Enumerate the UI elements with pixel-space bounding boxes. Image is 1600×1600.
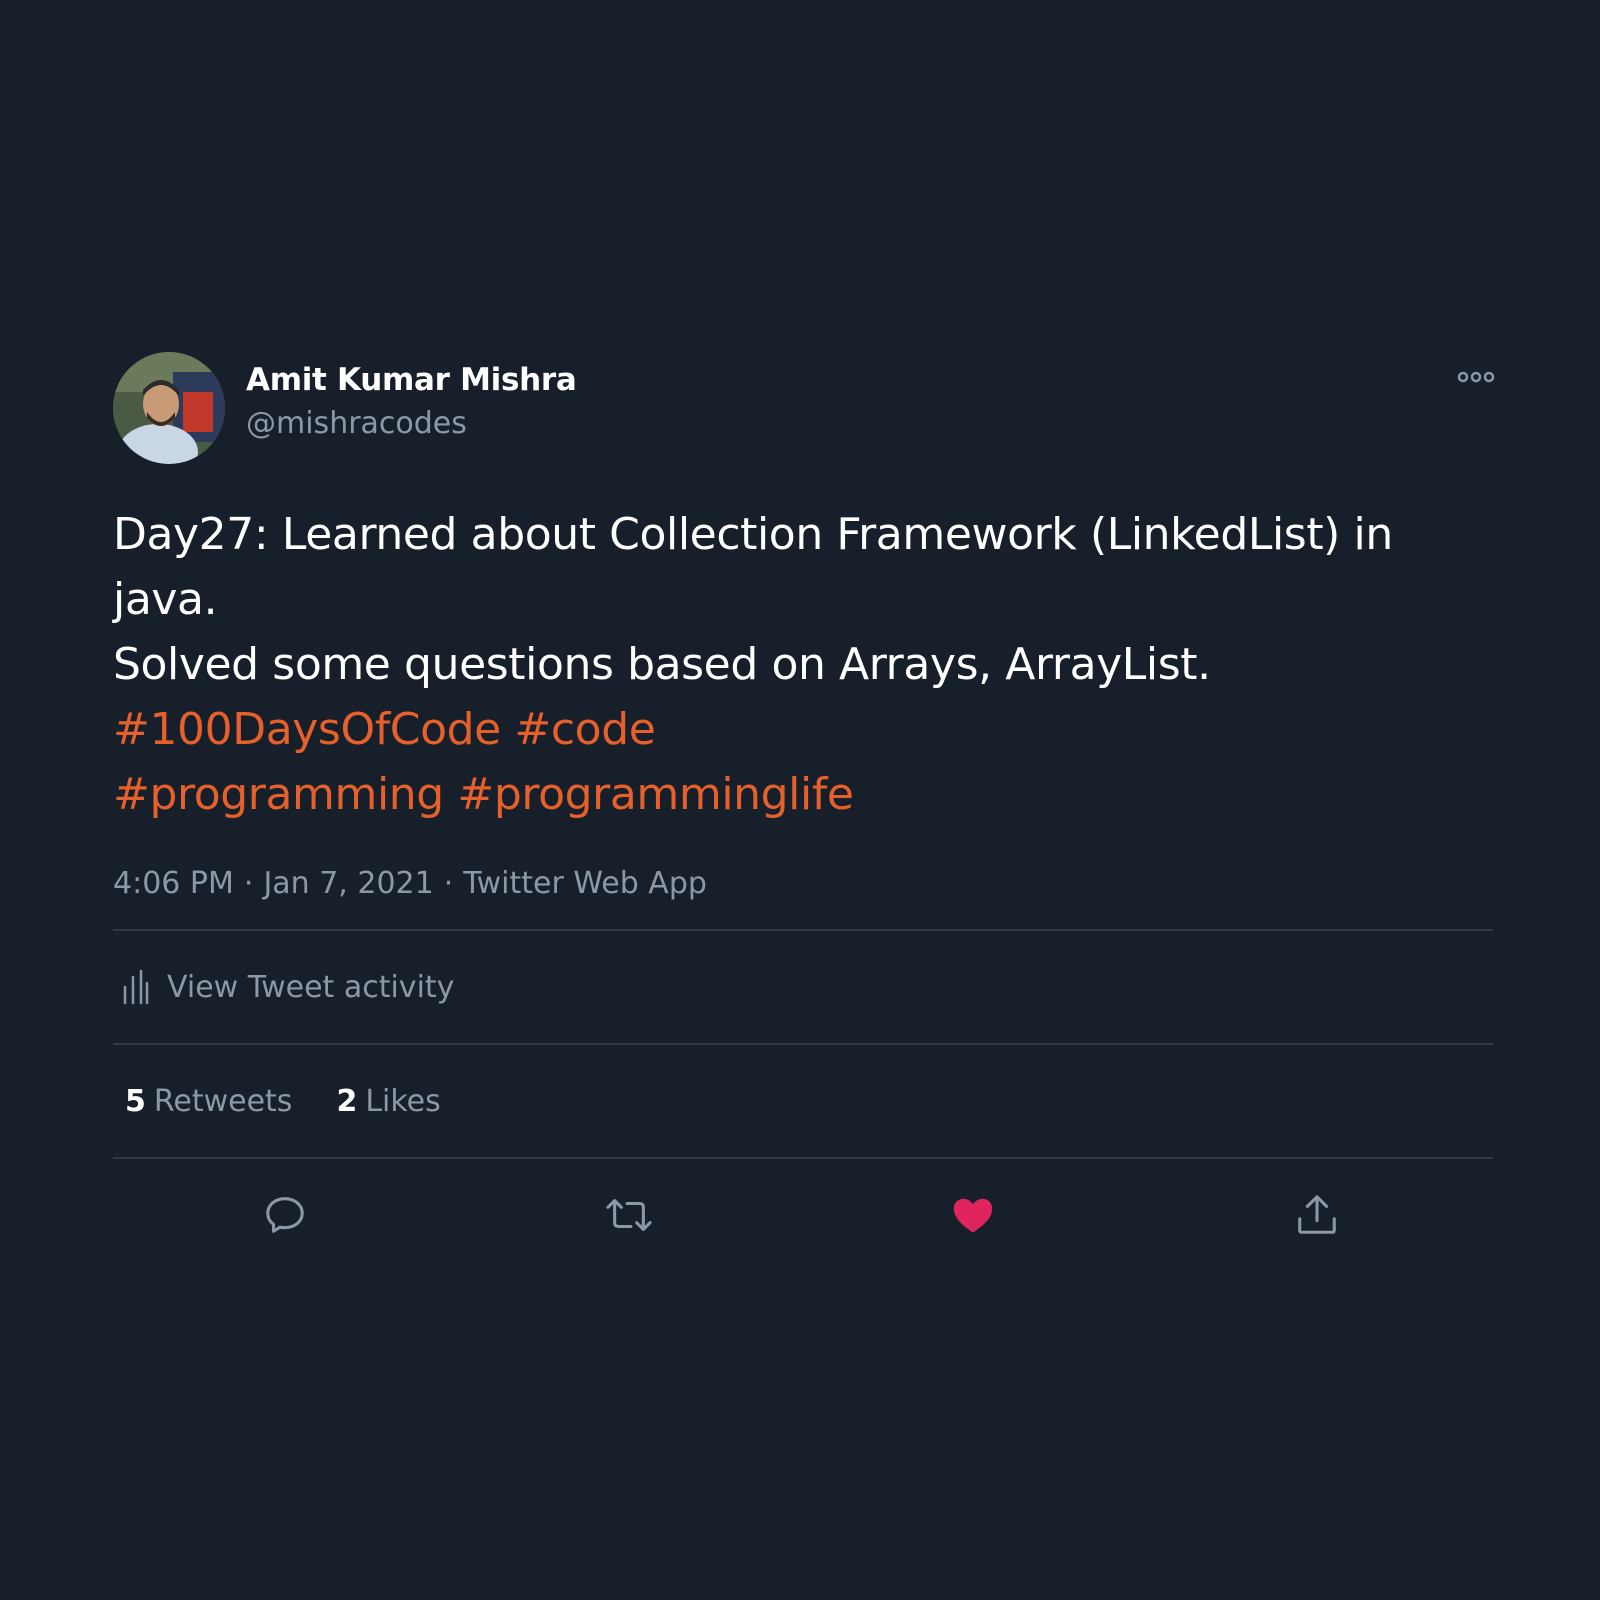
bar-chart-icon [123, 969, 149, 1005]
hashtag-line: #programming #programminglife [113, 762, 1493, 827]
retweets-count: 5 [125, 1083, 146, 1119]
tweet-text: Day27: Learned about Collection Framewor… [113, 502, 1493, 827]
view-tweet-activity-button[interactable]: View Tweet activity [113, 931, 1493, 1043]
hashtag-programminglife[interactable]: #programminglife [457, 769, 854, 820]
tweet-source[interactable]: Twitter Web App [463, 866, 707, 901]
hashtag-100daysofcode[interactable]: #100DaysOfCode [113, 704, 501, 755]
hashtag-line: #100DaysOfCode #code [113, 697, 1493, 762]
author-name[interactable]: Amit Kumar Mishra [246, 362, 577, 398]
retweets-label: Retweets [153, 1083, 293, 1119]
retweet-icon [606, 1199, 652, 1231]
likes-stat[interactable]: 2 Likes [336, 1084, 440, 1119]
tweet-time[interactable]: 4:06 PM [113, 866, 234, 901]
reply-button[interactable] [259, 1189, 311, 1241]
separator: · [243, 866, 254, 901]
tweet-text-line: Solved some questions based on Arrays, A… [113, 639, 1211, 690]
tweet-stats: 5 Retweets 2 Likes [113, 1045, 1493, 1157]
share-button[interactable] [1291, 1189, 1343, 1241]
retweets-stat[interactable]: 5 Retweets [125, 1084, 292, 1119]
likes-label: Likes [365, 1083, 441, 1119]
tweet-date[interactable]: Jan 7, 2021 [263, 866, 433, 901]
share-icon [1298, 1195, 1336, 1234]
avatar[interactable] [113, 352, 225, 464]
tweet-actions-bar [113, 1159, 1493, 1271]
hashtag-programming[interactable]: #programming [113, 769, 444, 820]
tweet-text-line: java. [113, 574, 218, 625]
tweet-metadata: 4:06 PM · Jan 7, 2021 · Twitter Web App [113, 857, 1493, 911]
author-handle[interactable]: @mishracodes [246, 406, 467, 441]
heart-icon [953, 1198, 993, 1233]
view-tweet-activity-label: View Tweet activity [167, 969, 455, 1005]
likes-count: 2 [336, 1083, 358, 1119]
tweet-text-line: Day27: Learned about Collection Framewor… [113, 509, 1393, 560]
separator: · [443, 866, 454, 901]
tweet-header: Amit Kumar Mishra @mishracodes [113, 352, 1496, 464]
more-options-icon[interactable] [1456, 362, 1496, 392]
hashtag-code[interactable]: #code [514, 704, 655, 755]
like-button[interactable] [947, 1189, 999, 1241]
reply-icon [266, 1197, 304, 1233]
retweet-button[interactable] [603, 1189, 655, 1241]
tweet-card: Amit Kumar Mishra @mishracodes Day27: Le… [113, 352, 1496, 1271]
